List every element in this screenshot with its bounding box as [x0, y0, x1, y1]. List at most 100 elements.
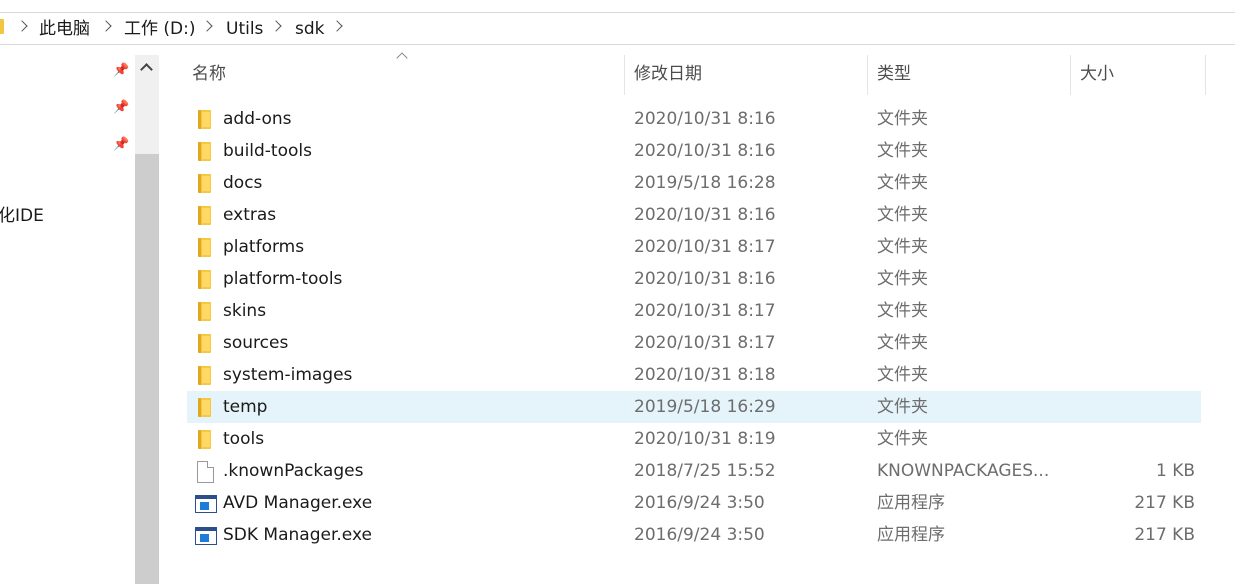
file-date: 2020/10/31 8:16 [634, 205, 776, 225]
folder-icon [195, 205, 215, 225]
file-name: AVD Manager.exe [223, 493, 373, 513]
file-row[interactable]: platforms 2020/10/31 8:17 文件夹 [187, 231, 1201, 263]
column-header-name[interactable]: 名称 [192, 63, 226, 85]
file-date: 2018/7/25 15:52 [634, 461, 776, 481]
file-date: 2020/10/31 8:17 [634, 333, 776, 353]
file-type: 文件夹 [877, 429, 928, 449]
file-type: 应用程序 [877, 493, 945, 513]
file-name: SDK Manager.exe [223, 525, 372, 545]
file-type: 文件夹 [877, 141, 928, 161]
column-divider[interactable] [1205, 55, 1206, 95]
column-divider[interactable] [867, 55, 868, 95]
pin-icon: 📌 [113, 100, 130, 115]
file-row[interactable]: build-tools 2020/10/31 8:16 文件夹 [187, 135, 1201, 167]
pin-icon: 📌 [113, 137, 130, 152]
column-divider[interactable] [624, 55, 625, 95]
file-name: tools [223, 429, 265, 449]
folder-icon [195, 269, 215, 289]
file-type: 应用程序 [877, 525, 945, 545]
file-row[interactable]: skins 2020/10/31 8:17 文件夹 [187, 295, 1201, 327]
nav-item-ide[interactable]: 化IDE [0, 205, 44, 227]
folder-icon [195, 397, 215, 417]
scrollbar-thumb[interactable] [135, 154, 159, 584]
file-name: .knownPackages [223, 461, 364, 481]
file-row[interactable]: platform-tools 2020/10/31 8:16 文件夹 [187, 263, 1201, 295]
file-name: sources [223, 333, 289, 353]
column-header-type[interactable]: 类型 [877, 63, 911, 85]
column-header-date[interactable]: 修改日期 [634, 63, 702, 85]
folder-icon [195, 301, 215, 321]
file-type: 文件夹 [877, 173, 928, 193]
file-type: 文件夹 [877, 109, 928, 129]
file-row[interactable]: system-images 2020/10/31 8:18 文件夹 [187, 359, 1201, 391]
file-name: skins [223, 301, 267, 321]
file-row[interactable]: extras 2020/10/31 8:16 文件夹 [187, 199, 1201, 231]
file-row[interactable]: SDK Manager.exe 2016/9/24 3:50 应用程序 217 KB [187, 519, 1201, 551]
file-list: add-ons 2020/10/31 8:16 文件夹 build-tools 2020… [187, 103, 1201, 551]
file-row[interactable]: sources 2020/10/31 8:17 文件夹 [187, 327, 1201, 359]
chevron-right-icon[interactable] [100, 20, 112, 32]
scroll-up-button[interactable] [135, 55, 159, 79]
file-name: build-tools [223, 141, 312, 161]
folder-icon [195, 333, 215, 353]
file-row[interactable]: add-ons 2020/10/31 8:16 文件夹 [187, 103, 1201, 135]
nav-scrollbar[interactable] [135, 55, 159, 584]
file-size: 217 KB [1134, 493, 1195, 513]
file-type: KNOWNPACKAGES... [877, 461, 1050, 481]
file-type: 文件夹 [877, 397, 928, 417]
file-type: 文件夹 [877, 365, 928, 385]
breadcrumb-sdk[interactable]: sdk [295, 18, 325, 40]
chevron-up-icon [140, 63, 153, 76]
file-name: temp [223, 397, 268, 417]
file-date: 2020/10/31 8:19 [634, 429, 776, 449]
application-icon [195, 525, 217, 545]
file-type: 文件夹 [877, 237, 928, 257]
breadcrumb-utils[interactable]: Utils [226, 18, 263, 40]
file-row[interactable]: temp 2019/5/18 16:29 文件夹 [187, 391, 1201, 423]
file-row[interactable]: AVD Manager.exe 2016/9/24 3:50 应用程序 217 KB [187, 487, 1201, 519]
file-row[interactable]: docs 2019/5/18 16:28 文件夹 [187, 167, 1201, 199]
file-date: 2020/10/31 8:16 [634, 109, 776, 129]
file-icon [195, 461, 215, 483]
chevron-right-icon[interactable] [201, 20, 213, 32]
folder-icon [195, 173, 215, 193]
breadcrumb-drive[interactable]: 工作 (D:) [124, 18, 196, 40]
folder-icon [0, 19, 4, 34]
sort-ascending-icon [396, 52, 408, 64]
file-type: 文件夹 [877, 205, 928, 225]
file-date: 2020/10/31 8:16 [634, 269, 776, 289]
file-name: docs [223, 173, 263, 193]
breadcrumb-this-pc[interactable]: 此电脑 [39, 18, 90, 40]
file-row[interactable]: tools 2020/10/31 8:19 文件夹 [187, 423, 1201, 455]
folder-icon [195, 109, 215, 129]
file-name: add-ons [223, 109, 292, 129]
folder-icon [195, 365, 215, 385]
file-name: system-images [223, 365, 353, 385]
column-header-size[interactable]: 大小 [1080, 63, 1114, 85]
file-size: 217 KB [1134, 525, 1195, 545]
address-bar[interactable]: 此电脑 工作 (D:) Utils sdk [0, 12, 1235, 45]
file-row[interactable]: .knownPackages 2018/7/25 15:52 KNOWNPACKAG… [187, 455, 1201, 487]
file-date: 2016/9/24 3:50 [634, 493, 765, 513]
file-name: platforms [223, 237, 305, 257]
file-date: 2019/5/18 16:28 [634, 173, 776, 193]
folder-icon [195, 429, 215, 449]
file-type: 文件夹 [877, 301, 928, 321]
file-name: platform-tools [223, 269, 343, 289]
chevron-right-icon[interactable] [270, 20, 282, 32]
chevron-right-icon[interactable] [331, 20, 343, 32]
file-date: 2016/9/24 3:50 [634, 525, 765, 545]
file-date: 2020/10/31 8:17 [634, 301, 776, 321]
file-name: extras [223, 205, 277, 225]
column-divider[interactable] [1070, 55, 1071, 95]
file-date: 2019/5/18 16:29 [634, 397, 776, 417]
file-type: 文件夹 [877, 333, 928, 353]
file-date: 2020/10/31 8:16 [634, 141, 776, 161]
file-size: 1 KB [1155, 461, 1195, 481]
chevron-right-icon[interactable] [16, 20, 28, 32]
pin-icon: 📌 [113, 63, 130, 78]
folder-icon [195, 237, 215, 257]
file-date: 2020/10/31 8:17 [634, 237, 776, 257]
file-type: 文件夹 [877, 269, 928, 289]
folder-icon [195, 141, 215, 161]
